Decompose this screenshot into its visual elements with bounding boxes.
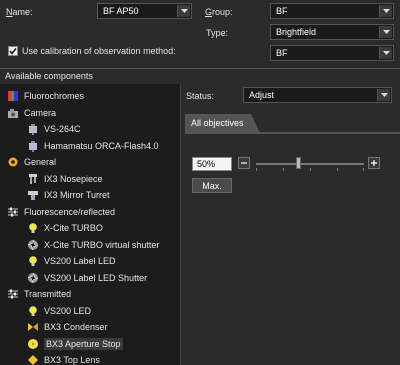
tree-item-label: General [24, 157, 57, 167]
type-combobox[interactable]: Brightfield [270, 24, 394, 40]
camera-icon [7, 107, 24, 119]
condenser-icon [27, 321, 44, 333]
tree-item-ix3-mirror-turret[interactable]: IX3 Mirror Turret [27, 187, 110, 203]
tree-item-label: BX3 Aperture Stop [44, 337, 123, 350]
tree-item-fluorescence-reflected[interactable]: Fluorescence/reflected [7, 204, 115, 220]
chevron-down-icon[interactable] [377, 89, 390, 101]
tree-item-label: BX3 Condenser [44, 322, 108, 332]
name-combobox[interactable]: BF AP50 [97, 3, 192, 19]
shutter-icon [27, 272, 44, 284]
tree-item-general[interactable]: General [7, 154, 56, 170]
type-label: Type: [206, 28, 229, 38]
name-label: Name: [6, 7, 33, 17]
slider-tick [310, 168, 311, 171]
type-value: Brightfield [276, 27, 317, 37]
slider-tick [256, 168, 257, 171]
slider-tick [363, 168, 364, 171]
chevron-down-icon[interactable] [177, 5, 190, 17]
tree-item-camera[interactable]: Camera [7, 105, 56, 121]
available-components-header: Available components [0, 68, 400, 83]
chevron-down-icon[interactable] [379, 5, 392, 17]
tree-item-label: X-Cite TURBO virtual shutter [44, 239, 160, 250]
slider-tick [337, 168, 338, 171]
nosepiece-icon [27, 173, 44, 185]
tree-item-label: Fluorochromes [24, 91, 85, 101]
tree-item-label: VS-264C [44, 124, 81, 134]
tree-item-vs200-led[interactable]: VS200 LED [27, 303, 91, 319]
tree-item-label: VS200 Label LED Shutter [44, 272, 148, 283]
tree-item-label: VS200 Label LED [44, 256, 116, 266]
tab-strip [185, 132, 400, 134]
tree-item-label: VS200 LED [44, 305, 92, 316]
lamp-icon [27, 305, 44, 317]
camera-device-icon [27, 123, 44, 135]
position-input[interactable]: 50% [192, 157, 232, 171]
minus-icon [241, 162, 247, 164]
tree-item-vs-264c[interactable]: VS-264C [27, 121, 81, 137]
group-label: Group: [205, 7, 233, 17]
fluorochromes-icon [7, 90, 24, 102]
calibration-label: Use calibration of observation method: [22, 46, 176, 56]
position-slider-track[interactable] [256, 163, 364, 165]
tree-item-label: Camera [24, 107, 57, 118]
tree-item-x-cite-turbo-virtual-shutter[interactable]: X-Cite TURBO virtual shutter [27, 237, 159, 253]
slider-tick [283, 168, 284, 171]
max-button[interactable]: Max. [192, 178, 232, 193]
sliders-icon [7, 288, 24, 300]
tree-item-bx3-aperture-stop[interactable]: BX3 Aperture Stop [27, 336, 123, 352]
tree-item-label: IX3 Nosepiece [44, 173, 103, 184]
available-components-title: Available components [5, 71, 93, 81]
tree-item-label: BX3 Top Lens [44, 355, 100, 365]
tree-item-hamamatsu-orca-flash4-0[interactable]: Hamamatsu ORCA-Flash4.0 [27, 138, 159, 154]
aperture-icon [27, 338, 44, 350]
tree-item-fluorochromes[interactable]: Fluorochromes [7, 88, 84, 104]
check-icon [9, 48, 17, 55]
tree-item-label: Fluorescence/reflected [24, 206, 116, 217]
chevron-down-icon[interactable] [379, 26, 392, 38]
decrease-button[interactable] [238, 157, 250, 169]
turret-icon [27, 189, 44, 201]
camera-device-icon [27, 140, 44, 152]
tab-all-objectives[interactable]: All objectives [185, 114, 260, 133]
status-label: Status: [186, 91, 215, 101]
position-slider-thumb[interactable] [296, 157, 301, 169]
tree-item-label: Hamamatsu ORCA-Flash4.0 [44, 140, 159, 151]
tree-item-label: IX3 Mirror Turret [44, 190, 110, 200]
status-value: Adjust [249, 90, 275, 100]
group-combobox[interactable]: BF [270, 3, 394, 19]
calibration-method-value: BF [276, 48, 288, 58]
tree-item-x-cite-turbo[interactable]: X-Cite TURBO [27, 220, 103, 236]
tree-item-ix3-nosepiece[interactable]: IX3 Nosepiece [27, 171, 103, 187]
group-value: BF [276, 6, 288, 16]
tree-item-vs200-label-led[interactable]: VS200 Label LED [27, 253, 116, 269]
tree-item-vs200-label-led-shutter[interactable]: VS200 Label LED Shutter [27, 270, 147, 286]
tree-item-transmitted[interactable]: Transmitted [7, 286, 71, 302]
plus-icon [371, 160, 377, 166]
increase-button[interactable] [368, 157, 380, 169]
lens-icon [27, 354, 44, 365]
tree-item-label: Transmitted [24, 289, 72, 299]
component-tree[interactable]: Fluorochromes Camera VS-264C Hamamatsu ORCA… [0, 84, 181, 365]
sliders-icon [7, 206, 24, 218]
chevron-down-icon[interactable] [379, 47, 392, 59]
lamp-icon [27, 222, 44, 234]
name-value: BF AP50 [103, 6, 139, 16]
general-icon [7, 156, 24, 168]
calibration-checkbox[interactable] [8, 46, 18, 56]
tree-item-label: X-Cite TURBO [44, 223, 103, 233]
tree-item-bx3-condenser[interactable]: BX3 Condenser [27, 319, 108, 335]
tree-item-bx3-top-lens[interactable]: BX3 Top Lens [27, 352, 100, 365]
status-combobox[interactable]: Adjust [243, 87, 392, 103]
lamp-icon [27, 255, 44, 267]
position-value: 50 [197, 159, 208, 169]
position-unit: % [207, 159, 216, 169]
calibration-method-combobox[interactable]: BF [270, 45, 394, 61]
shutter-icon [27, 239, 44, 251]
